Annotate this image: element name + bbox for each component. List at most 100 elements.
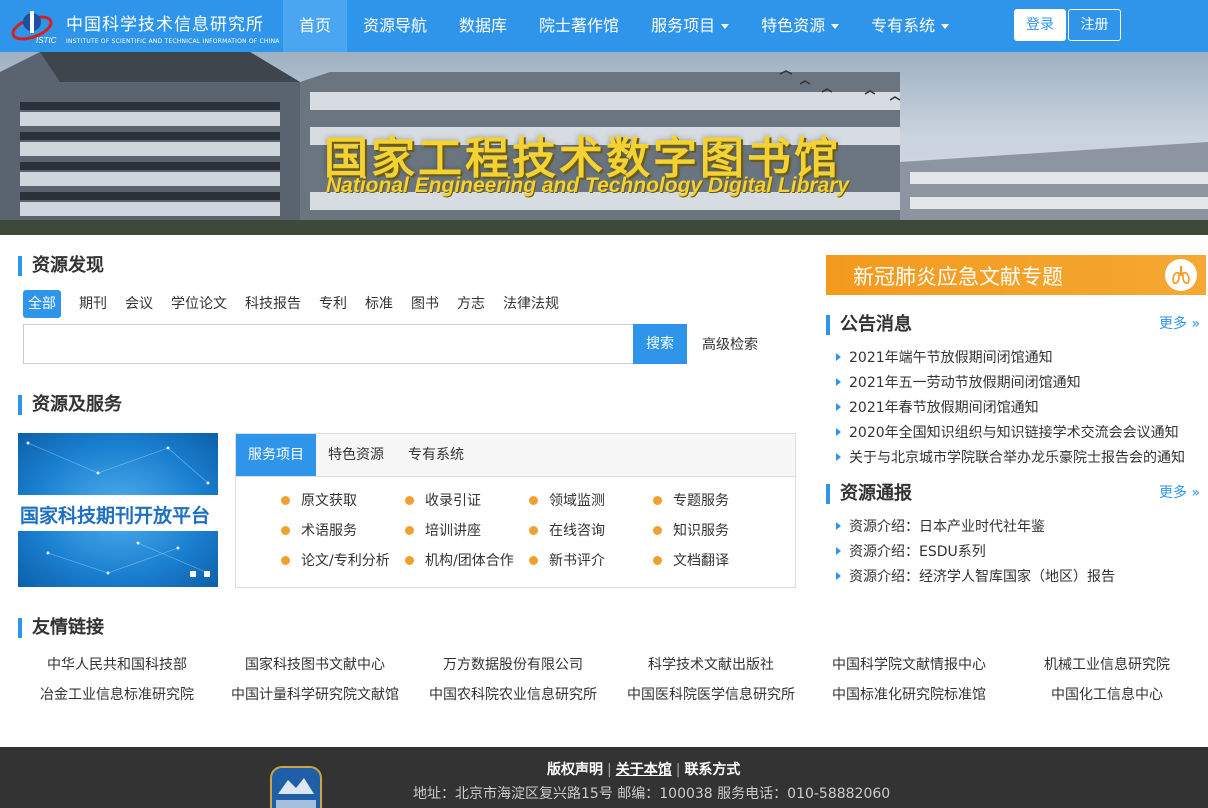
service-item[interactable]: 在线咨询 (529, 522, 653, 541)
list-item[interactable]: 2020年全国知识组织与知识链接学术交流会会议通知 (836, 421, 1206, 446)
search-tab[interactable]: 会议 (116, 290, 162, 318)
search-tab[interactable]: 期刊 (70, 290, 116, 318)
search-tab[interactable]: 学位论文 (162, 290, 236, 318)
service-item[interactable]: 专题服务 (653, 492, 777, 511)
search-tab[interactable]: 标准 (356, 290, 402, 318)
search-input[interactable] (23, 324, 634, 364)
arrow-right-icon (836, 453, 841, 461)
list-item[interactable]: 资源介绍：ESDU系列 (836, 540, 1206, 565)
journal-platform-banner[interactable]: 国家科技期刊开放平台 (18, 433, 218, 587)
service-item-label: 术语服务 (301, 523, 357, 539)
service-item-label: 领域监测 (549, 493, 605, 509)
service-item-label: 论文/专利分析 (301, 553, 390, 569)
friend-link[interactable]: 中国化工信息中心 (1008, 686, 1206, 704)
list-item[interactable]: 资源介绍：日本产业时代社年鉴 (836, 515, 1206, 540)
service-item[interactable]: 培训讲座 (405, 522, 529, 541)
covid-topic-banner[interactable]: 新冠肺炎应急文献专题 (826, 255, 1206, 295)
friend-link[interactable]: 机械工业信息研究院 (1008, 656, 1206, 674)
list-item-label: 2020年全国知识组织与知识链接学术交流会会议通知 (849, 425, 1179, 441)
site-footer: 版权声明 | 关于本馆 | 联系方式 地址：北京市海淀区复兴路15号 邮编：100038… (0, 747, 1208, 808)
istic-logo[interactable]: ISTIC 中国科学技术信息研究所 INSTITUTE OF SCIENTIFI… (10, 6, 280, 46)
footer-links: 版权声明 | 关于本馆 | 联系方式 (547, 762, 741, 778)
arrow-right-icon (836, 522, 841, 530)
service-item[interactable]: 原文获取 (281, 492, 405, 511)
friend-link[interactable]: 冶金工业信息标准研究院 (18, 686, 216, 704)
bullet-dot-icon (281, 526, 290, 535)
service-item-label: 专题服务 (673, 493, 729, 509)
list-item-label: 2021年端午节放假期间闭馆通知 (849, 350, 1053, 366)
search-tab[interactable]: 专利 (310, 290, 356, 318)
service-item[interactable]: 收录引证 (405, 492, 529, 511)
friend-link[interactable]: 中国标准化研究院标准馆 (810, 686, 1008, 704)
copyright-link[interactable]: 版权声明 (547, 762, 603, 778)
services-tab[interactable]: 专有系统 (396, 434, 476, 476)
footer-address: 地址：北京市海淀区复兴路15号 邮编：100038 服务电话：010-58882… (413, 786, 891, 802)
list-item[interactable]: 2021年春节放假期间闭馆通知 (836, 396, 1206, 421)
bullet-dot-icon (653, 526, 662, 535)
search-tab[interactable]: 科技报告 (236, 290, 310, 318)
friend-link[interactable]: 中国计量科学研究院文献馆 (216, 686, 414, 704)
list-item-label: 资源介绍：经济学人智库国家（地区）报告 (849, 569, 1115, 585)
service-item[interactable]: 论文/专利分析 (281, 552, 405, 571)
nav-item[interactable]: 服务项目 (635, 0, 745, 52)
search-tab[interactable]: 法律法规 (494, 290, 568, 318)
friend-link[interactable]: 科学技术文献出版社 (612, 656, 810, 674)
register-button[interactable]: 注册 (1068, 9, 1121, 41)
list-item[interactable]: 资源介绍：经济学人智库国家（地区）报告 (836, 565, 1206, 590)
friend-links-title: 友情链接 (18, 618, 104, 638)
service-item[interactable]: 文档翻译 (653, 552, 777, 571)
search-tab[interactable]: 全部 (23, 290, 61, 318)
carousel-dot[interactable] (190, 571, 196, 577)
notices-more-link[interactable]: 更多 » (1159, 313, 1200, 333)
services-tab[interactable]: 服务项目 (236, 434, 316, 476)
nav-item[interactable]: 资源导航 (347, 0, 443, 52)
main-nav: 首页 资源导航 数据库 院士著作馆 服务项目 特色资源 专有系统 (283, 0, 965, 52)
list-item[interactable]: 2021年端午节放假期间闭馆通知 (836, 346, 1206, 371)
friend-link[interactable]: 中国科学院文献情报中心 (810, 656, 1008, 674)
svg-text:ISTIC: ISTIC (36, 36, 57, 45)
footer-emblem-icon (270, 766, 322, 808)
caret-down-icon (941, 24, 950, 29)
friend-link[interactable]: 中华人民共和国科技部 (18, 656, 216, 674)
nav-item[interactable]: 专有系统 (855, 0, 965, 52)
service-item[interactable]: 机构/团体合作 (405, 552, 529, 571)
friend-link[interactable]: 中国农科院农业信息研究所 (414, 686, 612, 704)
carousel-dot[interactable] (204, 571, 210, 577)
list-item-label: 关于与北京城市学院联合举办龙乐豪院士报告会的通知 (849, 450, 1185, 466)
friend-link[interactable]: 国家科技图书文献中心 (216, 656, 414, 674)
service-item[interactable]: 领域监测 (529, 492, 653, 511)
service-item[interactable]: 新书评介 (529, 552, 653, 571)
friend-link[interactable]: 中国医科院医学信息研究所 (612, 686, 810, 704)
caret-down-icon (831, 24, 840, 29)
service-item[interactable]: 知识服务 (653, 522, 777, 541)
bullet-dot-icon (281, 556, 290, 565)
search-tab[interactable]: 方志 (448, 290, 494, 318)
bullet-dot-icon (529, 526, 538, 535)
search-tab[interactable]: 图书 (402, 290, 448, 318)
reports-title: 资源通报 (826, 484, 912, 504)
contact-link[interactable]: 联系方式 (684, 762, 740, 778)
services-tab[interactable]: 特色资源 (316, 434, 396, 476)
bullet-dot-icon (653, 496, 662, 505)
nav-item[interactable]: 数据库 (443, 0, 523, 52)
carousel-dots (190, 571, 210, 577)
service-item-label: 收录引证 (425, 493, 481, 509)
nav-item[interactable]: 特色资源 (745, 0, 855, 52)
nav-item[interactable]: 院士著作馆 (523, 0, 635, 52)
search-button[interactable]: 搜索 (633, 324, 687, 364)
nav-item-label: 专有系统 (871, 16, 936, 35)
friend-link[interactable]: 万方数据股份有限公司 (414, 656, 612, 674)
advanced-search-link[interactable]: 高级检索 (702, 334, 758, 354)
service-item-label: 机构/团体合作 (425, 553, 514, 569)
list-item-label: 资源介绍：ESDU系列 (849, 544, 986, 560)
services-panel: 服务项目 特色资源 专有系统 原文获取 收录引证 领域监测 专题服务术语服务 培训讲座 在线咨… (235, 433, 796, 588)
about-link[interactable]: 关于本馆 (616, 762, 672, 778)
list-item[interactable]: 关于与北京城市学院联合举办龙乐豪院士报告会的通知 (836, 446, 1206, 471)
login-button[interactable]: 登录 (1014, 9, 1066, 41)
nav-item[interactable]: 首页 (283, 0, 348, 52)
reports-more-link[interactable]: 更多 » (1159, 482, 1200, 502)
covid-banner-text: 新冠肺炎应急文献专题 (853, 265, 1063, 289)
list-item[interactable]: 2021年五一劳动节放假期间闭馆通知 (836, 371, 1206, 396)
service-item[interactable]: 术语服务 (281, 522, 405, 541)
bullet-dot-icon (281, 496, 290, 505)
